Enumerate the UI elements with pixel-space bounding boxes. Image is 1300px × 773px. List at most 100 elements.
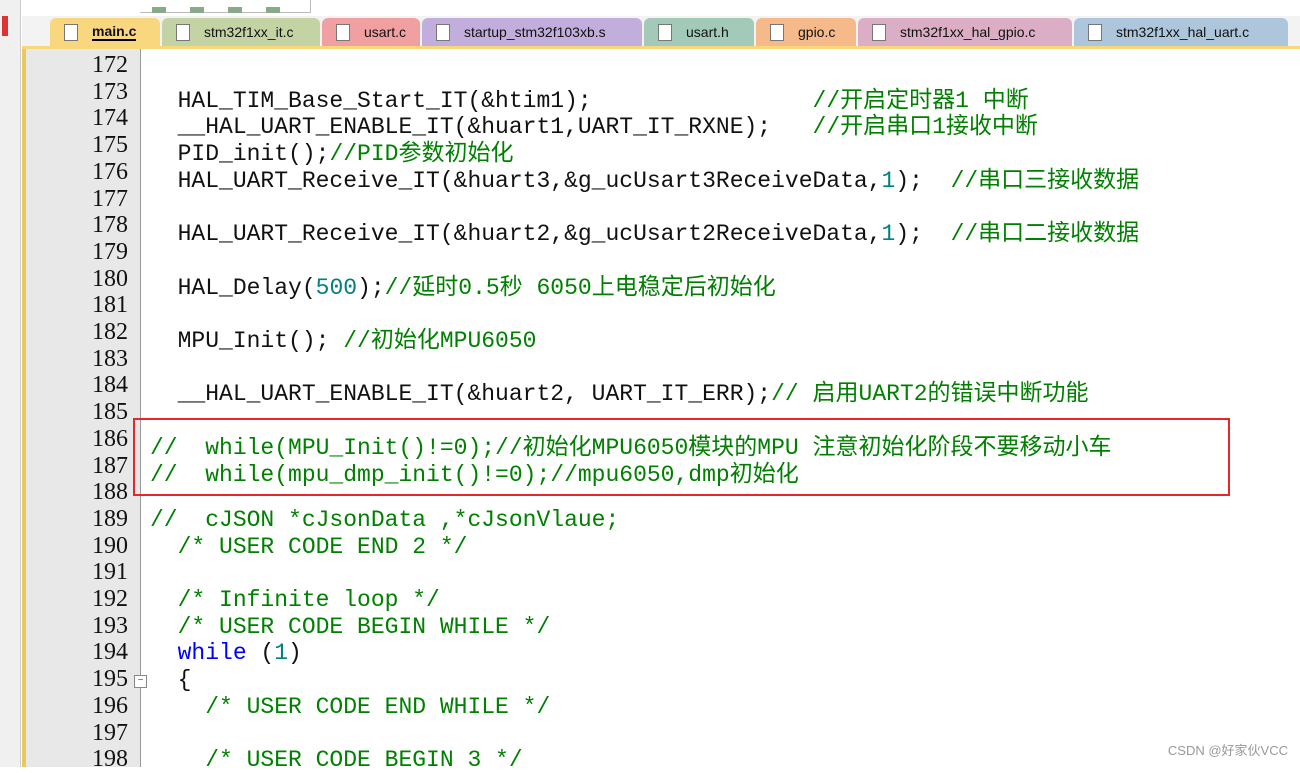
line-number: 178 xyxy=(92,212,128,239)
comment: //开启串口1接收中断 xyxy=(812,114,1038,141)
line-number: 196 xyxy=(92,692,128,719)
tab-stm32f1xx-it-c[interactable]: stm32f1xx_it.c xyxy=(162,18,320,46)
code-line: HAL_UART_Receive_IT(&huart3,&g_ucUsart3R… xyxy=(150,160,1140,194)
tab-stm32f1xx-hal-gpio-c[interactable]: stm32f1xx_hal_gpio.c xyxy=(858,18,1072,46)
line-number: 177 xyxy=(92,185,128,212)
tab-label: main.c xyxy=(92,23,137,41)
code-text: HAL_UART_Receive_IT(&huart2,&g_ucUsart2R… xyxy=(150,221,882,248)
code-line: while (1) xyxy=(150,640,302,666)
comment: /* USER CODE END WHILE */ xyxy=(150,693,551,720)
code-text: { xyxy=(150,667,192,694)
fold-toggle-icon[interactable]: − xyxy=(134,675,147,689)
line-number: 190 xyxy=(92,532,128,559)
line-number: 187 xyxy=(92,452,128,479)
tab-stm32f1xx-hal-uart-c[interactable]: stm32f1xx_hal_uart.c xyxy=(1074,18,1288,46)
comment: /* Infinite loop */ xyxy=(150,587,440,613)
file-icon xyxy=(872,23,886,41)
code-text: ); xyxy=(895,221,951,248)
comment: //延时0.5秒 6050上电稳定后初始化 xyxy=(384,274,776,301)
code-text: ( xyxy=(246,640,275,667)
line-number: 175 xyxy=(92,132,128,159)
number: 1 xyxy=(881,167,896,194)
code-editor[interactable]: 172 173 174 175 176 177 178 179 180 181 182 183 184 1… xyxy=(22,49,1300,773)
number: 1 xyxy=(274,640,289,667)
comment: //串口三接收数据 xyxy=(950,167,1140,194)
tab-label: stm32f1xx_it.c xyxy=(204,24,294,40)
line-number: 179 xyxy=(92,238,128,265)
tab-label: stm32f1xx_hal_uart.c xyxy=(1116,24,1250,40)
code-line: /* USER CODE BEGIN 3 */ xyxy=(150,747,523,773)
code-line: /* USER CODE END 2 */ xyxy=(150,534,468,560)
file-icon xyxy=(336,23,350,41)
file-icon xyxy=(658,23,672,41)
comment: //初始化MPU6050 xyxy=(343,328,537,354)
comment: //串口二接收数据 xyxy=(950,221,1140,248)
line-number: 197 xyxy=(92,719,128,746)
comment: /* USER CODE BEGIN WHILE */ xyxy=(150,613,551,640)
line-number: 184 xyxy=(92,372,128,399)
code-text: ) xyxy=(288,640,302,667)
line-number: 172 xyxy=(92,52,128,78)
line-number: 181 xyxy=(92,292,128,319)
toolbar-buttons[interactable] xyxy=(140,0,311,13)
code-text: ); xyxy=(895,167,951,194)
highlight-box xyxy=(133,418,1230,496)
code-line: /* USER CODE END WHILE */ xyxy=(150,694,550,720)
line-number: 193 xyxy=(92,612,128,639)
code-line: __HAL_UART_ENABLE_IT(&huart2, UART_IT_ER… xyxy=(150,373,1089,407)
line-number: 176 xyxy=(92,158,128,185)
line-number: 173 xyxy=(92,78,128,105)
keyword: while xyxy=(177,640,247,667)
file-icon xyxy=(176,23,190,41)
file-icon xyxy=(436,23,450,41)
code-text: HAL_UART_Receive_IT(&huart3,&g_ucUsart3R… xyxy=(150,167,882,194)
code-line: // cJSON *cJsonData ,*cJsonVlaue; xyxy=(150,507,619,533)
code-line: /* USER CODE BEGIN WHILE */ xyxy=(150,613,551,640)
line-number: 180 xyxy=(92,265,128,292)
line-number: 194 xyxy=(92,639,128,666)
line-number: 192 xyxy=(92,586,128,612)
code-line: /* Infinite loop */ xyxy=(150,587,440,613)
tab-label: gpio.c xyxy=(798,24,836,40)
code-text: HAL_Delay( xyxy=(150,274,316,301)
tab-label: usart.h xyxy=(686,24,729,40)
tab-main-c[interactable]: main.c xyxy=(50,18,160,46)
tab-usart-c[interactable]: usart.c xyxy=(322,18,420,46)
code-line: HAL_UART_Receive_IT(&huart2,&g_ucUsart2R… xyxy=(150,213,1140,248)
code-text: __HAL_UART_ENABLE_IT(&huart2, UART_IT_ER… xyxy=(150,381,772,408)
tab-startup-stm32f103xb-s[interactable]: startup_stm32f103xb.s xyxy=(422,18,642,46)
left-panel-edge xyxy=(0,0,21,767)
line-number: 183 xyxy=(92,345,128,372)
watermark: CSDN @好家伙VCC xyxy=(1167,743,1288,758)
comment: // cJSON *cJsonData ,*cJsonVlaue; xyxy=(150,506,620,533)
file-tabs: main.c stm32f1xx_it.c usart.c startup_stm32… xyxy=(22,16,1300,49)
number: 1 xyxy=(881,221,896,248)
tab-label: startup_stm32f103xb.s xyxy=(464,24,606,40)
marker xyxy=(2,16,8,36)
tab-gpio-c[interactable]: gpio.c xyxy=(756,18,856,46)
code-text: MPU_Init(); xyxy=(150,328,344,354)
line-number: 198 xyxy=(92,746,128,773)
line-number: 195 xyxy=(92,666,128,693)
file-icon xyxy=(64,23,78,41)
line-number: 186 xyxy=(92,425,128,452)
line-number: 174 xyxy=(92,105,128,132)
line-number-gutter: 172 173 174 175 176 177 178 179 180 181 182 183 184 1… xyxy=(26,49,147,772)
line-number: 189 xyxy=(92,505,128,532)
code-line: MPU_Init(); //初始化MPU6050 xyxy=(150,320,537,354)
comment: /* USER CODE BEGIN 3 */ xyxy=(150,747,523,773)
tab-label: stm32f1xx_hal_gpio.c xyxy=(900,24,1036,40)
line-number: 182 xyxy=(92,319,128,345)
line-number: 191 xyxy=(92,559,128,586)
code-line: { xyxy=(150,667,192,694)
tab-usart-h[interactable]: usart.h xyxy=(644,18,754,46)
comment: // 启用UART2的错误中断功能 xyxy=(771,381,1089,408)
line-number: 188 xyxy=(92,479,128,506)
tab-label: usart.c xyxy=(364,24,407,40)
toolbar xyxy=(0,0,1300,16)
file-icon xyxy=(770,23,784,41)
line-number: 185 xyxy=(92,399,128,426)
number: 500 xyxy=(315,274,358,301)
code-line: HAL_Delay(500);//延时0.5秒 6050上电稳定后初始化 xyxy=(150,267,776,301)
